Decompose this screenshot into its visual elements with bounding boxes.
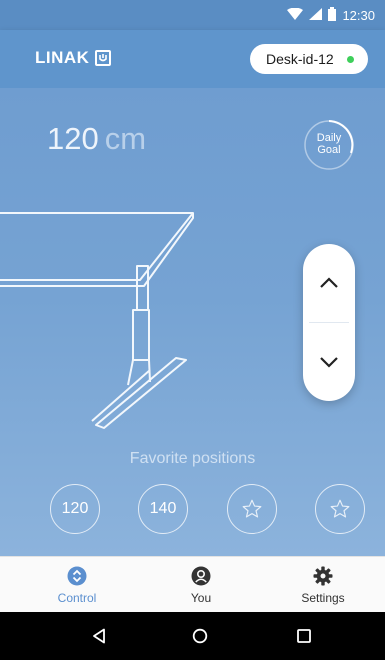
system-navigation-bar	[0, 612, 385, 660]
gear-icon	[313, 566, 333, 586]
desk-illustration-icon	[0, 212, 194, 429]
star-outline-icon	[330, 499, 350, 518]
bottom-navigation: Control You Settings	[0, 556, 385, 613]
daily-goal-button[interactable]: Daily Goal	[303, 119, 355, 171]
height-value: 120	[47, 121, 99, 156]
nav-item-control[interactable]: Control	[22, 557, 132, 613]
logo-mark-icon	[95, 50, 112, 66]
battery-icon	[328, 7, 337, 24]
daily-goal-line2: Goal	[317, 144, 341, 156]
control-icon	[67, 566, 87, 586]
linak-logo: LINAK	[35, 48, 112, 68]
app-header: LINAK Desk-id-12	[0, 30, 385, 88]
nav-label-settings: Settings	[301, 591, 345, 605]
logo-text: LINAK	[35, 48, 90, 67]
nav-label-control: Control	[57, 591, 97, 605]
back-button[interactable]	[89, 626, 109, 646]
status-bar: 12:30	[0, 0, 385, 30]
favorite-position-1[interactable]: 120	[50, 484, 100, 534]
chevron-down-icon	[320, 357, 338, 368]
nav-label-you: You	[190, 591, 212, 605]
connected-status-dot	[347, 56, 354, 63]
favorite-position-2-label: 140	[149, 500, 177, 517]
clock: 12:30	[342, 8, 375, 23]
control-panel: 120 cm Daily Goal Favorite positions 120…	[0, 88, 385, 556]
favorite-position-2[interactable]: 140	[138, 484, 188, 534]
user-icon	[191, 566, 211, 586]
lower-desk-button[interactable]	[303, 323, 355, 401]
height-adjust-control	[303, 244, 355, 401]
recents-button[interactable]	[294, 626, 314, 646]
height-unit: cm	[104, 121, 147, 156]
favorite-positions-title: Favorite positions	[129, 450, 256, 467]
home-icon	[192, 628, 208, 644]
signal-icon	[309, 8, 323, 23]
raise-desk-button[interactable]	[303, 244, 355, 322]
daily-goal-label: Daily Goal	[303, 132, 355, 156]
favorite-position-3-empty[interactable]	[227, 484, 277, 534]
chevron-up-icon	[320, 277, 338, 288]
star-outline-icon	[242, 499, 262, 518]
screen: 12:30 LINAK Desk-id-12 120 cm Daily Goal…	[0, 0, 385, 660]
favorite-position-4-empty[interactable]	[315, 484, 365, 534]
back-icon	[93, 628, 105, 644]
daily-goal-line1: Daily	[316, 132, 342, 144]
favorite-positions-row: 120 140	[0, 484, 385, 534]
home-button[interactable]	[190, 626, 210, 646]
nav-item-settings[interactable]: Settings	[268, 557, 378, 613]
desk-connection-pill[interactable]: Desk-id-12	[250, 44, 368, 74]
nav-item-you[interactable]: You	[146, 557, 256, 613]
wifi-icon	[287, 7, 304, 23]
desk-id-label: Desk-id-12	[266, 51, 334, 67]
favorite-position-1-label: 120	[61, 500, 89, 517]
height-readout: 120 cm	[47, 121, 146, 157]
recents-icon	[297, 629, 311, 643]
